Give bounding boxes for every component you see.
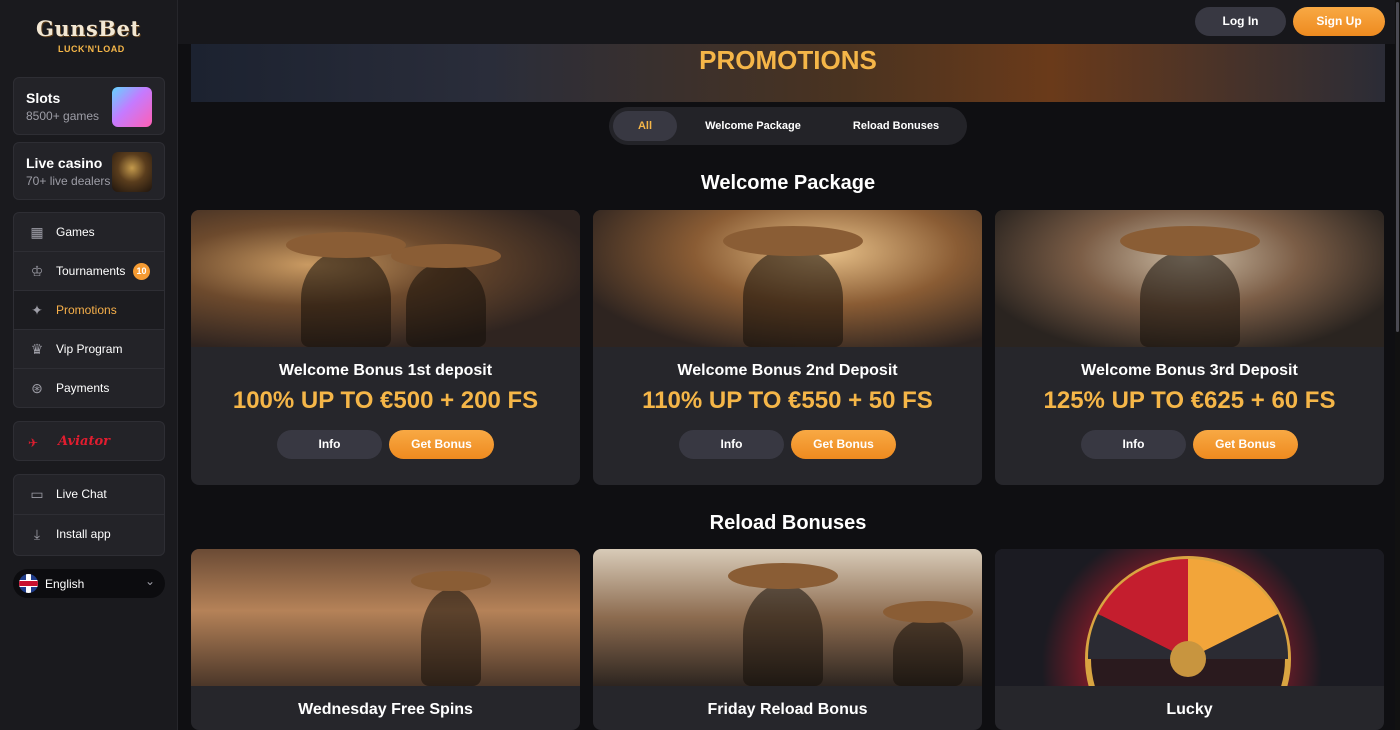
- chevron-down-icon: ⌄: [144, 574, 155, 588]
- hat-shape: [883, 601, 973, 623]
- aviator-label: Aviator: [58, 434, 110, 449]
- live-casino-subtitle: 70+ live dealers: [26, 174, 111, 188]
- sidebar-item-label: Tournaments: [56, 264, 126, 278]
- login-button[interactable]: Log In: [1195, 7, 1286, 36]
- promo-image: [191, 210, 580, 347]
- promo-image: [593, 549, 982, 686]
- section-title-reload: Reload Bonuses: [709, 512, 867, 534]
- promo-card-welcome-2[interactable]: Welcome Bonus 2nd Deposit 110% UP TO €55…: [593, 210, 982, 485]
- get-bonus-button[interactable]: Get Bonus: [1193, 430, 1298, 459]
- live-casino-thumbnail: [112, 152, 152, 192]
- sidebar-item-vip-program[interactable]: ♛ Vip Program: [14, 330, 164, 369]
- trophy-icon: ♔: [30, 263, 44, 279]
- promo-image: [995, 210, 1384, 347]
- sidebar: GunsBet LUCK'N'LOAD Slots 8500+ games Li…: [0, 0, 178, 730]
- figure-shape: [743, 584, 823, 686]
- sidebar-nav: ▦ Games ♔ Tournaments 10 ✦ Promotions ♛ …: [13, 212, 165, 408]
- sidebar-item-label: Promotions: [56, 303, 117, 317]
- sidebar-item-tournaments[interactable]: ♔ Tournaments 10: [14, 252, 164, 291]
- promo-card-welcome-3[interactable]: Welcome Bonus 3rd Deposit 125% UP TO €62…: [995, 210, 1384, 485]
- sidebar-item-promotions[interactable]: ✦ Promotions: [14, 291, 164, 330]
- plane-icon: ✈: [28, 436, 39, 450]
- payments-icon: ⊛: [31, 380, 43, 396]
- slots-title: Slots: [26, 90, 61, 106]
- slots-thumbnail: [112, 87, 152, 127]
- promo-title: Welcome Bonus 3rd Deposit: [1081, 362, 1298, 379]
- tab-reload-bonuses[interactable]: Reload Bonuses: [829, 111, 963, 141]
- info-button[interactable]: Info: [1081, 430, 1186, 459]
- figure-shape: [421, 589, 481, 686]
- promo-value: 100% UP TO €500 + 200 FS: [232, 387, 539, 414]
- promo-card-reload-3[interactable]: Lucky: [995, 549, 1384, 730]
- info-button[interactable]: Info: [679, 430, 784, 459]
- figure-shape: [1140, 250, 1240, 347]
- live-casino-title: Live casino: [26, 155, 103, 171]
- promotions-icon: ✦: [31, 302, 43, 318]
- promo-title: Wednesday Free Spins: [298, 701, 473, 718]
- promo-title: Friday Reload Bonus: [707, 701, 868, 718]
- section-title-welcome: Welcome Package: [700, 172, 876, 194]
- promo-card-reload-1[interactable]: Wednesday Free Spins: [191, 549, 580, 730]
- hat-shape: [1120, 226, 1260, 256]
- tournaments-count-badge: 10: [133, 263, 150, 280]
- language-label: English: [45, 577, 85, 591]
- wheel-illustration: [1085, 556, 1291, 730]
- get-bonus-button[interactable]: Get Bonus: [389, 430, 494, 459]
- slots-subtitle: 8500+ games: [26, 109, 100, 123]
- hat-shape: [411, 571, 491, 591]
- sidebar-item-install-app[interactable]: ⤓ Install app: [14, 515, 164, 555]
- tab-welcome-package[interactable]: Welcome Package: [687, 111, 819, 141]
- live-casino-card[interactable]: Live casino 70+ live dealers: [13, 142, 165, 200]
- promo-card-welcome-1[interactable]: Welcome Bonus 1st deposit 100% UP TO €50…: [191, 210, 580, 485]
- promo-value: 110% UP TO €550 + 50 FS: [642, 387, 933, 414]
- promo-title: Lucky: [1166, 701, 1213, 718]
- tab-all[interactable]: All: [613, 111, 677, 141]
- vip-icon: ♛: [30, 341, 44, 357]
- chat-icon: ▭: [30, 486, 44, 502]
- sidebar-extra: ▭ Live Chat ⤓ Install app: [13, 474, 165, 556]
- sidebar-item-label: Install app: [56, 527, 111, 541]
- sidebar-item-label: Games: [56, 225, 95, 239]
- info-button[interactable]: Info: [277, 430, 382, 459]
- promo-title: Welcome Bonus 2nd Deposit: [677, 362, 898, 379]
- promo-image: [995, 549, 1384, 730]
- promo-image: [593, 210, 982, 347]
- logo-text: GunsBet: [36, 16, 141, 41]
- promo-value: 125% UP TO €625 + 60 FS: [1043, 387, 1336, 414]
- signup-button[interactable]: Sign Up: [1293, 7, 1385, 36]
- figure-shape: [893, 619, 963, 686]
- figure-shape: [301, 250, 391, 347]
- promo-title: Welcome Bonus 1st deposit: [278, 362, 493, 379]
- get-bonus-button[interactable]: Get Bonus: [791, 430, 896, 459]
- games-icon: ▦: [30, 224, 44, 240]
- page-title: PROMOTIONS: [699, 45, 877, 75]
- sidebar-item-live-chat[interactable]: ▭ Live Chat: [14, 475, 164, 515]
- sidebar-item-label: Payments: [56, 381, 110, 395]
- sidebar-item-payments[interactable]: ⊛ Payments: [14, 369, 164, 408]
- figure-shape: [406, 262, 486, 347]
- hat-shape: [391, 244, 501, 268]
- sidebar-item-games[interactable]: ▦ Games: [14, 213, 164, 252]
- download-icon: ⤓: [33, 526, 41, 542]
- slots-card[interactable]: Slots 8500+ games: [13, 77, 165, 135]
- promo-card-reload-2[interactable]: Friday Reload Bonus: [593, 549, 982, 730]
- sidebar-item-label: Live Chat: [56, 487, 107, 501]
- aviator-link[interactable]: ✈ Aviator: [13, 421, 165, 461]
- scrollbar-thumb[interactable]: [1396, 2, 1399, 332]
- hat-shape: [286, 232, 406, 258]
- hat-shape: [723, 226, 863, 256]
- uk-flag-icon: [19, 574, 38, 593]
- logo-tagline: LUCK'N'LOAD: [58, 44, 125, 54]
- sidebar-item-label: Vip Program: [56, 342, 123, 356]
- app-root: GunsBet LUCK'N'LOAD Slots 8500+ games Li…: [0, 0, 1400, 730]
- promo-image: [191, 549, 580, 686]
- promo-filter-tabs: All Welcome Package Reload Bonuses: [609, 107, 967, 145]
- logo[interactable]: GunsBet LUCK'N'LOAD: [36, 16, 146, 56]
- language-select[interactable]: English ⌄: [13, 569, 165, 598]
- hat-shape: [728, 563, 838, 589]
- figure-shape: [743, 248, 843, 347]
